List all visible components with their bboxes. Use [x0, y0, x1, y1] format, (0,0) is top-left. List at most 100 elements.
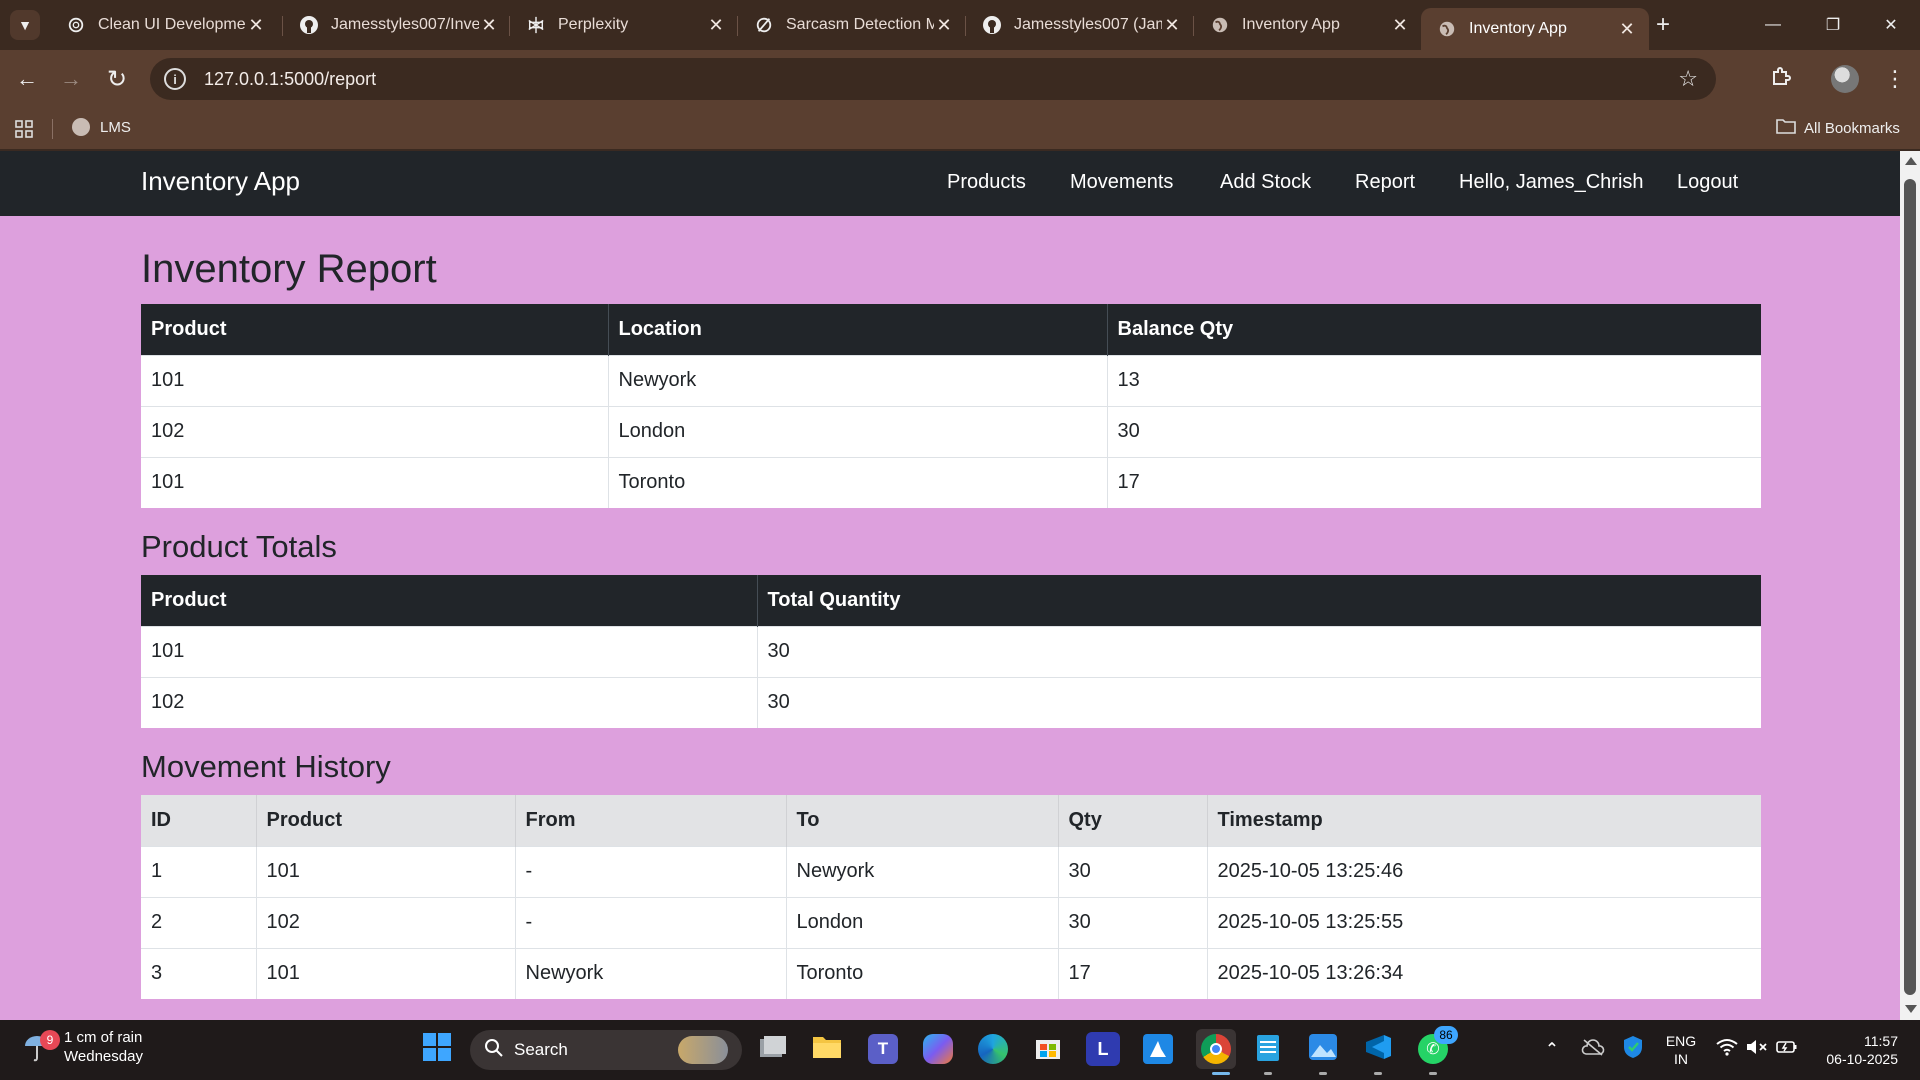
new-tab-button[interactable]: +: [1648, 10, 1678, 40]
scroll-down-icon[interactable]: [1905, 1005, 1917, 1013]
page-scrollbar[interactable]: [1900, 151, 1920, 1020]
bookmarks-bar: LMS All Bookmarks: [0, 108, 1920, 150]
browser-tab[interactable]: Jamesstyles007/Inven ✕: [283, 8, 511, 42]
table-cell: 30: [756, 676, 1761, 728]
task-view-icon: [759, 1035, 787, 1064]
copilot-button[interactable]: [921, 1032, 955, 1066]
photos-icon: [1308, 1033, 1338, 1066]
all-bookmarks[interactable]: All Bookmarks: [1776, 118, 1900, 138]
battery-button[interactable]: [1770, 1032, 1804, 1066]
nav-products[interactable]: Products: [947, 171, 1026, 194]
volume-mute-icon: [1746, 1038, 1768, 1061]
clock[interactable]: 11:57 06-10-2025: [1810, 1032, 1914, 1068]
star-icon[interactable]: ☆: [1678, 66, 1698, 92]
table-cell: 30: [1106, 405, 1761, 457]
scroll-thumb[interactable]: [1904, 179, 1916, 995]
table-cell: 30: [756, 625, 1761, 677]
whatsapp-button[interactable]: ✆ 86: [1416, 1026, 1458, 1066]
security-button[interactable]: [1616, 1032, 1650, 1066]
tab-title: Perplexity: [558, 16, 629, 33]
column-header: To: [785, 795, 1058, 846]
lms-app-button[interactable]: L: [1086, 1032, 1120, 1066]
apps-button[interactable]: [14, 119, 34, 143]
azure-button[interactable]: [1141, 1032, 1175, 1066]
chevron-down-icon: ▼: [18, 17, 32, 33]
chrome-button[interactable]: [1196, 1029, 1236, 1069]
close-icon[interactable]: ✕: [1162, 15, 1182, 35]
avatar: [1831, 65, 1859, 93]
close-window-button[interactable]: ✕: [1871, 8, 1911, 42]
table-cell: 2025-10-05 13:26:34: [1206, 947, 1761, 999]
restore-button[interactable]: ❐: [1813, 8, 1853, 42]
notepad-button[interactable]: [1251, 1032, 1285, 1066]
address-bar[interactable]: i 127.0.0.1:5000/report ☆: [150, 58, 1716, 100]
weather-widget[interactable]: 9 1 cm of rain Wednesday: [22, 1028, 143, 1066]
teams-button[interactable]: T: [866, 1032, 900, 1066]
close-icon[interactable]: ✕: [246, 15, 266, 35]
column-header: Timestamp: [1206, 795, 1761, 846]
close-icon[interactable]: ✕: [1390, 15, 1410, 35]
rain-icon: 9: [22, 1030, 60, 1062]
browser-tab[interactable]: Perplexity ✕: [510, 8, 738, 42]
region-code: IN: [1674, 1051, 1688, 1067]
running-app-indicator: [1264, 1072, 1272, 1075]
nav-add-stock[interactable]: Add Stock: [1220, 171, 1311, 194]
nav-movements[interactable]: Movements: [1070, 171, 1173, 194]
tab-search-button[interactable]: ▼: [10, 10, 40, 40]
tab-title: Jamesstyles007 (Jam: [1014, 16, 1162, 33]
reload-button[interactable]: ↻: [102, 64, 132, 94]
bookmark-label: LMS: [100, 118, 131, 136]
menu-button[interactable]: ⋮: [1880, 64, 1910, 94]
edge-icon: [978, 1034, 1008, 1064]
reload-icon: ↻: [106, 65, 128, 93]
minimize-button[interactable]: —: [1753, 8, 1793, 42]
photos-button[interactable]: [1306, 1032, 1340, 1066]
browser-tab[interactable]: Clean UI Developmen ✕: [50, 8, 278, 42]
inventory-balance-table: Product Location Balance Qty 101 Newyork…: [141, 304, 1761, 508]
nav-report[interactable]: Report: [1355, 171, 1415, 194]
column-header: Location: [607, 304, 1107, 355]
column-header: Qty: [1057, 795, 1207, 846]
globe-icon: [1437, 19, 1457, 39]
browser-tab-active[interactable]: Inventory App ✕: [1421, 8, 1649, 50]
scroll-up-icon[interactable]: [1905, 157, 1917, 165]
extensions-button[interactable]: [1766, 64, 1796, 94]
minimize-icon: —: [1765, 16, 1781, 33]
language-indicator[interactable]: ENG IN: [1662, 1032, 1700, 1068]
weather-day: Wednesday: [64, 1048, 143, 1065]
browser-tab-bar: ▼ Clean UI Developmen ✕ Jamesstyles007/I…: [0, 0, 1920, 50]
browser-tab[interactable]: Sarcasm Detection M ✕: [738, 8, 966, 42]
table-row: 101 Toronto 17: [141, 456, 1761, 508]
task-view-button[interactable]: [756, 1032, 790, 1066]
start-button[interactable]: [420, 1032, 454, 1066]
edge-button[interactable]: [976, 1032, 1010, 1066]
user-greeting: Hello, James_Chrish: [1459, 171, 1644, 193]
onedrive-button[interactable]: [1576, 1032, 1610, 1066]
bookmark-lms[interactable]: LMS: [72, 118, 131, 136]
taskbar-search[interactable]: Search: [470, 1030, 742, 1070]
folder-icon: [1776, 118, 1796, 138]
volume-button[interactable]: [1740, 1032, 1774, 1066]
clock-date: 06-10-2025: [1826, 1051, 1898, 1067]
vscode-button[interactable]: [1361, 1032, 1395, 1066]
close-icon[interactable]: ✕: [1617, 19, 1637, 39]
browser-tab[interactable]: Jamesstyles007 (Jam ✕: [966, 8, 1194, 42]
brand-link[interactable]: Inventory App: [141, 166, 300, 197]
wifi-icon: [1716, 1038, 1738, 1061]
close-icon[interactable]: ✕: [479, 15, 499, 35]
show-hidden-icons-button[interactable]: ⌃: [1535, 1032, 1569, 1066]
close-icon[interactable]: ✕: [706, 15, 726, 35]
table-cell: -: [514, 845, 786, 897]
wifi-button[interactable]: [1710, 1032, 1744, 1066]
store-button[interactable]: [1031, 1032, 1065, 1066]
forward-button[interactable]: →: [56, 64, 86, 94]
browser-tab[interactable]: Inventory App ✕: [1194, 8, 1422, 42]
nav-logout[interactable]: Logout: [1677, 171, 1738, 194]
back-button[interactable]: ←: [12, 64, 42, 94]
file-explorer-button[interactable]: [810, 1032, 844, 1066]
close-icon[interactable]: ✕: [934, 15, 954, 35]
table-header: ID Product From To Qty Timestamp: [141, 795, 1761, 846]
running-app-indicator: [1429, 1072, 1437, 1075]
profile-button[interactable]: [1830, 64, 1860, 94]
site-info-icon[interactable]: i: [164, 68, 186, 90]
